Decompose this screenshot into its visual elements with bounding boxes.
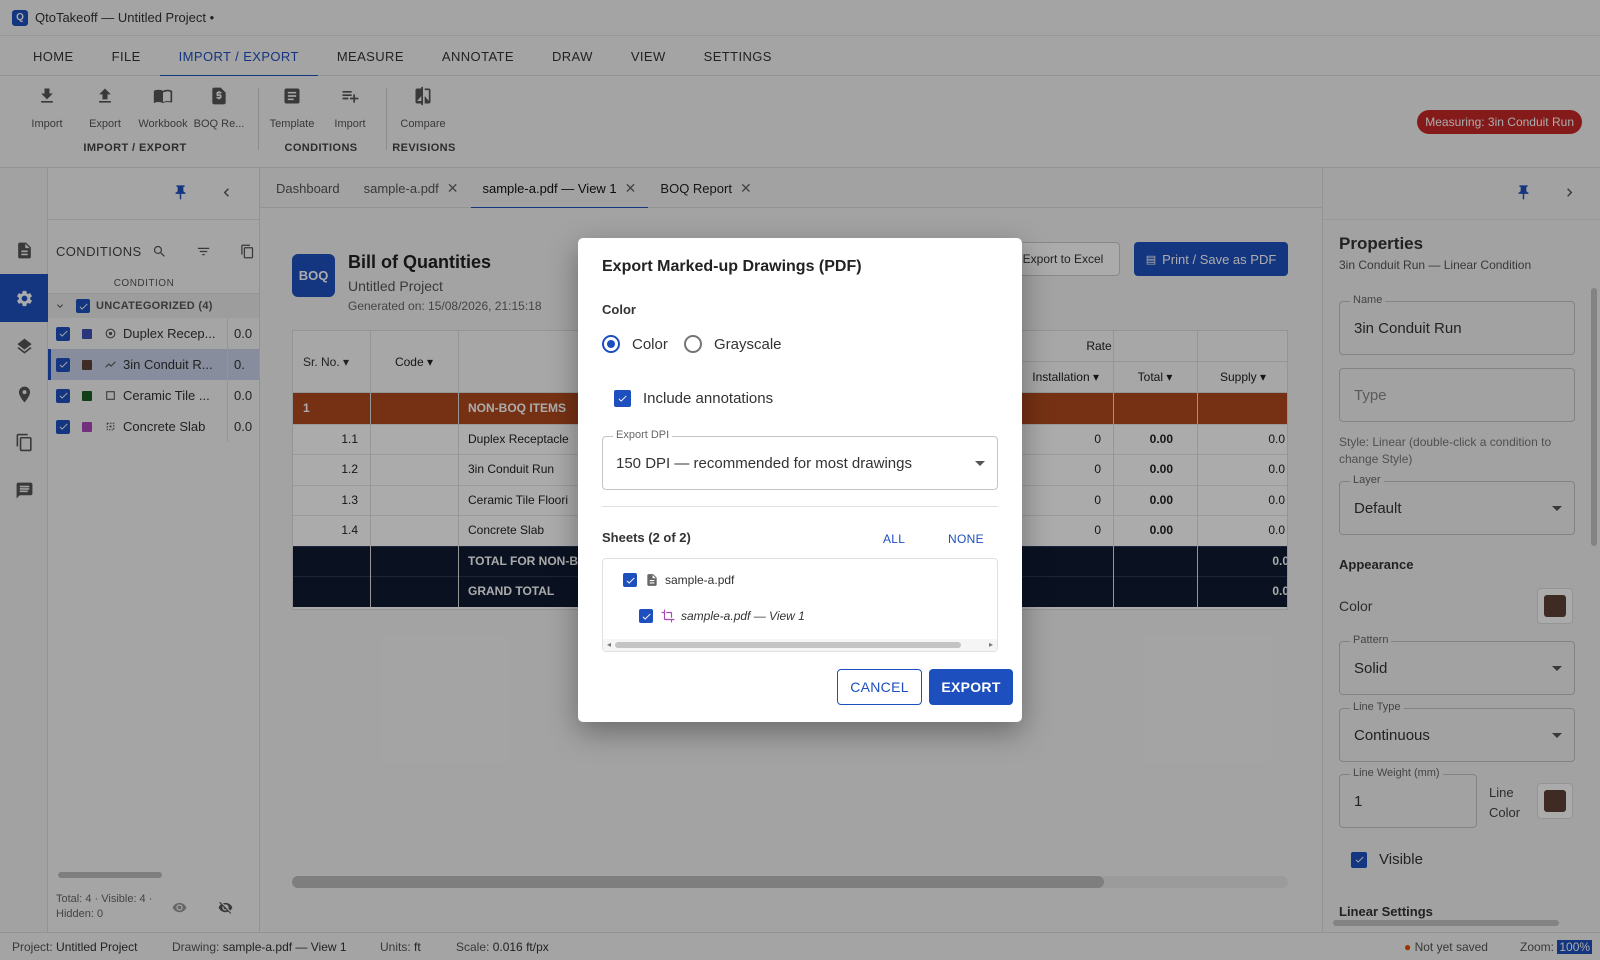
checkbox[interactable] (639, 609, 653, 623)
checkbox[interactable] (614, 390, 631, 407)
sheets-horizontal-scrollbar[interactable]: ◂ ▸ (603, 639, 997, 651)
radio-button[interactable] (684, 335, 702, 353)
radio-color[interactable]: Color (602, 334, 668, 354)
caret-down-icon (975, 461, 985, 466)
export-dpi-select[interactable]: Export DPI 150 DPI — recommended for mos… (602, 429, 998, 490)
radio-grayscale[interactable]: Grayscale (684, 334, 782, 354)
sheet-item[interactable]: sample-a.pdf — View 1 (639, 609, 813, 623)
select-none-button[interactable]: NONE (948, 532, 984, 546)
select-all-button[interactable]: ALL (883, 532, 905, 546)
checkbox[interactable] (623, 573, 637, 587)
radio-button[interactable] (602, 335, 620, 353)
crop-icon (661, 609, 675, 623)
sheets-label: Sheets (2 of 2) (602, 530, 691, 545)
sheet-item[interactable]: sample-a.pdf (623, 573, 734, 587)
include-annotations-checkbox[interactable]: Include annotations (614, 390, 773, 407)
cancel-button[interactable]: CANCEL (837, 669, 922, 705)
dialog-title: Export Marked-up Drawings (PDF) (602, 258, 862, 275)
divider (602, 506, 998, 507)
sheets-list: sample-a.pdf sample-a.pdf — View 1 ◂ ▸ (602, 558, 998, 652)
file-icon (645, 573, 659, 587)
export-button[interactable]: EXPORT (929, 669, 1013, 705)
color-section-label: Color (602, 302, 636, 317)
export-pdf-dialog: Export Marked-up Drawings (PDF) Color Co… (578, 238, 1022, 722)
